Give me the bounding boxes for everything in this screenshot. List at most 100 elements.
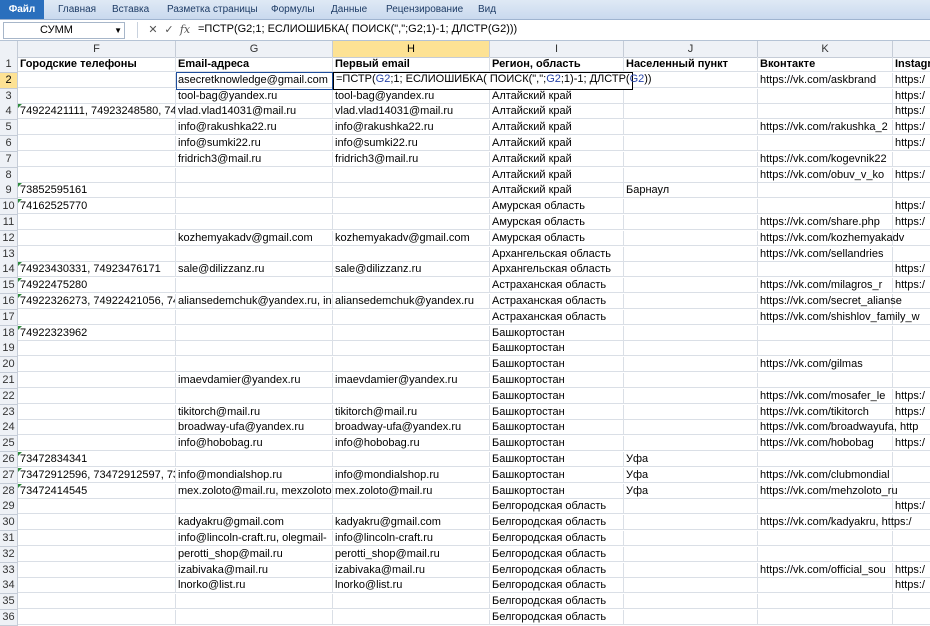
grid-cell[interactable]: mex.zoloto@mail.ru (333, 483, 490, 499)
grid-cell[interactable] (758, 499, 893, 515)
grid-cell[interactable]: https://vk.com/kadyakru, https:/ (758, 515, 912, 531)
row-header[interactable]: 14 (0, 262, 18, 279)
grid-cell[interactable]: tool-bag@yandex.ru (176, 88, 333, 104)
grid-cell[interactable]: https://vk.com/official_sou (758, 562, 893, 578)
grid-cell[interactable]: 74923430331, 74923476171 (18, 262, 176, 278)
name-box[interactable]: СУММ ▼ (3, 22, 125, 39)
row-header[interactable]: 13 (0, 246, 18, 263)
grid-cell[interactable] (758, 531, 893, 546)
grid-cell[interactable]: Белгородская область (490, 499, 624, 515)
row-header[interactable]: 22 (0, 388, 18, 405)
row-header[interactable]: 31 (0, 531, 18, 547)
grid-cell[interactable] (758, 546, 893, 562)
grid-cell[interactable] (893, 294, 930, 309)
grid-cell[interactable] (893, 594, 930, 610)
grid-cell[interactable]: https:/ (893, 104, 930, 120)
grid-cell[interactable]: tikitorch@mail.ru (333, 404, 490, 420)
grid-cell[interactable]: https:/ (893, 215, 930, 230)
grid-cell[interactable]: https://vk.com/share.php (758, 215, 893, 230)
grid-cell[interactable] (18, 515, 176, 531)
column-title-cell[interactable]: Городские телефоны (18, 57, 176, 72)
row-header[interactable]: 2 (0, 72, 18, 89)
grid-cell[interactable]: https:/ (893, 563, 930, 578)
grid-cell[interactable]: info@lincoln-craft.ru, olegmail- (176, 531, 333, 546)
grid-cell[interactable] (624, 578, 758, 594)
grid-cell[interactable]: https://vk.com/obuv_v_ko (758, 167, 893, 183)
grid-cell[interactable]: imaevdamier@yandex.ru (333, 373, 490, 388)
grid-cell[interactable]: Башкортостан (490, 341, 624, 357)
grid-cell[interactable] (624, 309, 758, 325)
grid-cell[interactable] (624, 104, 758, 120)
grid-cell[interactable] (624, 531, 758, 546)
column-header[interactable]: I (490, 41, 624, 58)
grid-cell[interactable]: Уфа (624, 483, 758, 499)
grid-cell[interactable] (18, 388, 176, 404)
grid-cell[interactable]: https:/ (893, 278, 930, 294)
grid-cell[interactable] (893, 420, 930, 436)
grid-cell[interactable] (624, 515, 758, 531)
grid-cell[interactable] (333, 357, 490, 373)
grid-cell[interactable]: Астраханская область (490, 309, 624, 325)
grid-cell[interactable]: Алтайский край (490, 120, 624, 136)
grid-cell[interactable] (893, 357, 930, 373)
grid-cell[interactable]: https:/ (893, 499, 930, 515)
grid-cell[interactable] (18, 594, 176, 610)
grid-cell[interactable] (893, 183, 930, 199)
grid-cell[interactable] (893, 610, 930, 625)
grid-cell[interactable] (18, 373, 176, 388)
grid-cell[interactable] (624, 341, 758, 357)
grid-cell[interactable]: Алтайский край (490, 167, 624, 183)
grid-cell[interactable]: https:/ (893, 436, 930, 452)
grid-cell[interactable]: Башкортостан (490, 325, 624, 341)
row-header[interactable]: 18 (0, 325, 18, 342)
row-header[interactable]: 15 (0, 278, 18, 295)
grid-cell[interactable]: Алтайский край (490, 104, 624, 120)
grid-cell[interactable] (176, 325, 333, 341)
grid-cell[interactable] (624, 262, 758, 278)
grid-cell[interactable]: aliansedemchuk@yandex.ru (333, 294, 490, 309)
row-header[interactable]: 19 (0, 341, 18, 358)
row-header[interactable]: 12 (0, 230, 18, 247)
grid-cell[interactable] (624, 294, 758, 309)
insert-function-icon[interactable]: fx (178, 23, 192, 37)
grid-cell[interactable]: info@rakushka22.ru (333, 120, 490, 136)
grid-cell[interactable] (624, 167, 758, 183)
grid-cell[interactable] (333, 215, 490, 230)
grid-cell[interactable] (18, 215, 176, 230)
grid-cell[interactable] (624, 230, 758, 246)
grid-cell[interactable]: https:/ (893, 199, 930, 215)
grid-cell[interactable]: Астраханская область (490, 278, 624, 294)
grid-cell[interactable] (18, 120, 176, 136)
grid-cell[interactable]: https://vk.com/clubmondial (758, 467, 893, 483)
grid-cell[interactable] (893, 341, 930, 357)
row-header[interactable]: 26 (0, 452, 18, 468)
grid-cell[interactable] (624, 499, 758, 515)
grid-cell[interactable] (18, 246, 176, 262)
grid-cell[interactable] (624, 388, 758, 404)
grid-cell[interactable]: info@mondialshop.ru (333, 467, 490, 483)
grid-cell[interactable]: Архангельская область (490, 246, 624, 262)
grid-cell[interactable]: 73472414545 (18, 483, 176, 499)
grid-cell[interactable]: Белгородская область (490, 610, 624, 625)
row-header[interactable]: 17 (0, 309, 18, 326)
grid-cell[interactable]: vlad.vlad14031@mail.ru (333, 104, 490, 120)
row-header[interactable]: 29 (0, 499, 18, 516)
grid-cell[interactable]: Алтайский край (490, 88, 624, 104)
column-header[interactable]: G (176, 41, 333, 58)
grid-cell[interactable] (624, 136, 758, 151)
row-header[interactable]: 30 (0, 515, 18, 532)
chevron-down-icon[interactable]: ▼ (78, 23, 122, 38)
grid-cell[interactable] (893, 452, 930, 467)
row-header[interactable]: 36 (0, 610, 18, 626)
grid-cell[interactable] (758, 183, 893, 199)
grid-cell[interactable] (176, 167, 333, 183)
grid-cell[interactable]: https:/ (893, 168, 930, 183)
grid-cell[interactable]: fridrich3@mail.ru (333, 151, 490, 167)
grid-cell[interactable]: https:/ (893, 262, 930, 278)
grid-cell[interactable]: info@hobobag.ru (176, 436, 333, 452)
row-header[interactable]: 11 (0, 215, 18, 231)
row-header[interactable]: 9 (0, 183, 18, 200)
grid-cell[interactable]: https://vk.com/tikitorch (758, 404, 893, 420)
column-title-cell[interactable]: Населенный пункт (624, 57, 758, 72)
grid-cell[interactable] (176, 357, 333, 373)
